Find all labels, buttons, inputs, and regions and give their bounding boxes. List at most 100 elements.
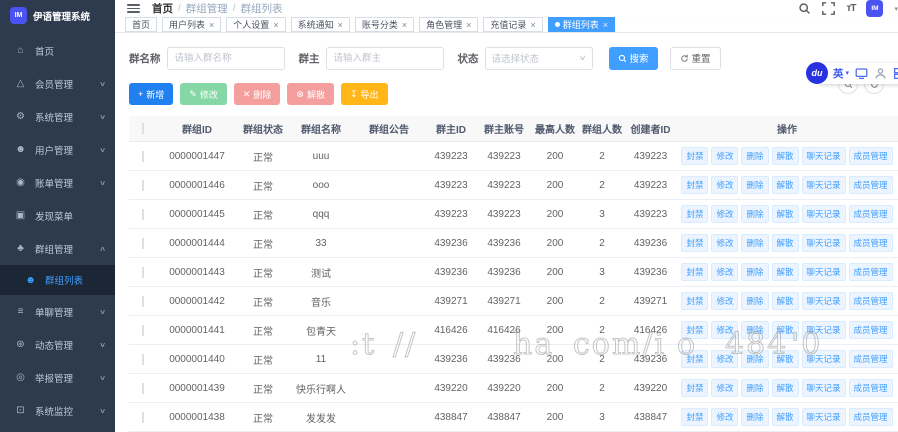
search-button[interactable]: 搜索 [609,47,658,70]
sidebar-item-系统工具[interactable]: ⚒系统工具∨ [0,427,115,432]
删除-row-button[interactable]: 删除 [741,263,768,281]
close-icon[interactable]: × [466,20,471,30]
tab-个人设置[interactable]: 个人设置× [226,17,285,32]
sidebar-item-会员管理[interactable]: △会员管理∨ [0,67,115,100]
封禁-row-button[interactable]: 封禁 [681,263,708,281]
成员管理-row-button[interactable]: 成员管理 [849,379,893,397]
聊天记录-row-button[interactable]: 聊天记录 [802,147,846,165]
sidebar-item-系统管理[interactable]: ⚙系统管理∨ [0,100,115,133]
chevron-down-icon[interactable]: ▾ [894,5,898,13]
group-owner-input[interactable] [326,47,444,70]
封禁-row-button[interactable]: 封禁 [681,147,708,165]
聊天记录-row-button[interactable]: 聊天记录 [802,234,846,252]
聊天记录-row-button[interactable]: 聊天记录 [802,379,846,397]
sidebar-item-用户管理[interactable]: ☻用户管理∨ [0,133,115,166]
删除-row-button[interactable]: 删除 [741,408,768,426]
sidebar-item-首页[interactable]: ⌂首页 [0,34,115,67]
修改-row-button[interactable]: 修改 [711,205,738,223]
row-checkbox[interactable] [142,412,144,423]
封禁-row-button[interactable]: 封禁 [681,321,708,339]
tab-角色管理[interactable]: 角色管理× [419,17,478,32]
tab-系统通知[interactable]: 系统通知× [291,17,350,32]
row-checkbox[interactable] [142,151,144,162]
row-checkbox[interactable] [142,209,144,220]
成员管理-row-button[interactable]: 成员管理 [849,176,893,194]
row-checkbox[interactable] [142,354,144,365]
修改-row-button[interactable]: 修改 [711,147,738,165]
修改-row-button[interactable]: 修改 [711,321,738,339]
person-icon[interactable] [874,67,887,80]
row-checkbox[interactable] [142,238,144,249]
聊天记录-row-button[interactable]: 聊天记录 [802,205,846,223]
app-logo[interactable]: IM 伊语管理系统 [0,0,115,30]
封禁-row-button[interactable]: 封禁 [681,379,708,397]
breadcrumb-item[interactable]: 首页 [152,1,173,16]
封禁-row-button[interactable]: 封禁 [681,205,708,223]
reset-button[interactable]: 重置 [670,47,721,70]
解散-row-button[interactable]: 解散 [772,263,799,281]
封禁-row-button[interactable]: 封禁 [681,234,708,252]
close-icon[interactable]: × [603,20,608,30]
sidebar-item-群组管理[interactable]: ♣群组管理∧ [0,232,115,265]
row-checkbox[interactable] [142,180,144,191]
聊天记录-row-button[interactable]: 聊天记录 [802,321,846,339]
close-icon[interactable]: × [209,20,214,30]
sidebar-toggle-icon[interactable] [127,4,140,13]
avatar[interactable]: IM [866,0,883,17]
translate-logo-icon[interactable]: du [806,62,828,84]
解散-button[interactable]: ⊗解散 [287,83,334,105]
settings-icon[interactable] [893,67,898,80]
删除-row-button[interactable]: 删除 [741,176,768,194]
sidebar-item-举报管理[interactable]: ◎举报管理∨ [0,361,115,394]
成员管理-row-button[interactable]: 成员管理 [849,350,893,368]
修改-button[interactable]: ✎修改 [180,83,227,105]
成员管理-row-button[interactable]: 成员管理 [849,292,893,310]
row-checkbox[interactable] [142,267,144,278]
删除-row-button[interactable]: 删除 [741,147,768,165]
封禁-row-button[interactable]: 封禁 [681,408,708,426]
row-checkbox[interactable] [142,296,144,307]
删除-row-button[interactable]: 删除 [741,234,768,252]
删除-button[interactable]: ✕删除 [234,83,281,105]
聊天记录-row-button[interactable]: 聊天记录 [802,408,846,426]
解散-row-button[interactable]: 解散 [772,350,799,368]
成员管理-row-button[interactable]: 成员管理 [849,205,893,223]
聊天记录-row-button[interactable]: 聊天记录 [802,176,846,194]
tab-用户列表[interactable]: 用户列表× [162,17,221,32]
聊天记录-row-button[interactable]: 聊天记录 [802,292,846,310]
新增-button[interactable]: +新增 [129,83,173,105]
status-select[interactable]: 请选择状态 ∨ [485,47,593,70]
封禁-row-button[interactable]: 封禁 [681,350,708,368]
成员管理-row-button[interactable]: 成员管理 [849,147,893,165]
translate-language[interactable]: 英 [833,66,844,81]
sidebar-item-发现菜单[interactable]: ▣发现菜单 [0,199,115,232]
成员管理-row-button[interactable]: 成员管理 [849,234,893,252]
成员管理-row-button[interactable]: 成员管理 [849,263,893,281]
row-checkbox[interactable] [142,325,144,336]
tab-群组列表[interactable]: 群组列表× [548,17,615,32]
封禁-row-button[interactable]: 封禁 [681,176,708,194]
tab-充值记录[interactable]: 充值记录× [483,17,542,32]
聊天记录-row-button[interactable]: 聊天记录 [802,350,846,368]
修改-row-button[interactable]: 修改 [711,263,738,281]
解散-row-button[interactable]: 解散 [772,234,799,252]
导出-button[interactable]: ↧导出 [341,83,388,105]
tab-账号分类[interactable]: 账号分类× [355,17,414,32]
row-checkbox[interactable] [142,383,144,394]
search-icon[interactable] [798,2,811,15]
font-size-icon[interactable]: тT [846,3,855,14]
解散-row-button[interactable]: 解散 [772,205,799,223]
删除-row-button[interactable]: 删除 [741,205,768,223]
删除-row-button[interactable]: 删除 [741,379,768,397]
close-icon[interactable]: × [530,20,535,30]
close-icon[interactable]: × [338,20,343,30]
修改-row-button[interactable]: 修改 [711,234,738,252]
解散-row-button[interactable]: 解散 [772,321,799,339]
group-name-input[interactable] [167,47,285,70]
解散-row-button[interactable]: 解散 [772,176,799,194]
修改-row-button[interactable]: 修改 [711,350,738,368]
解散-row-button[interactable]: 解散 [772,292,799,310]
删除-row-button[interactable]: 删除 [741,350,768,368]
sidebar-item-群组列表[interactable]: ☻群组列表 [0,265,115,295]
删除-row-button[interactable]: 删除 [741,292,768,310]
